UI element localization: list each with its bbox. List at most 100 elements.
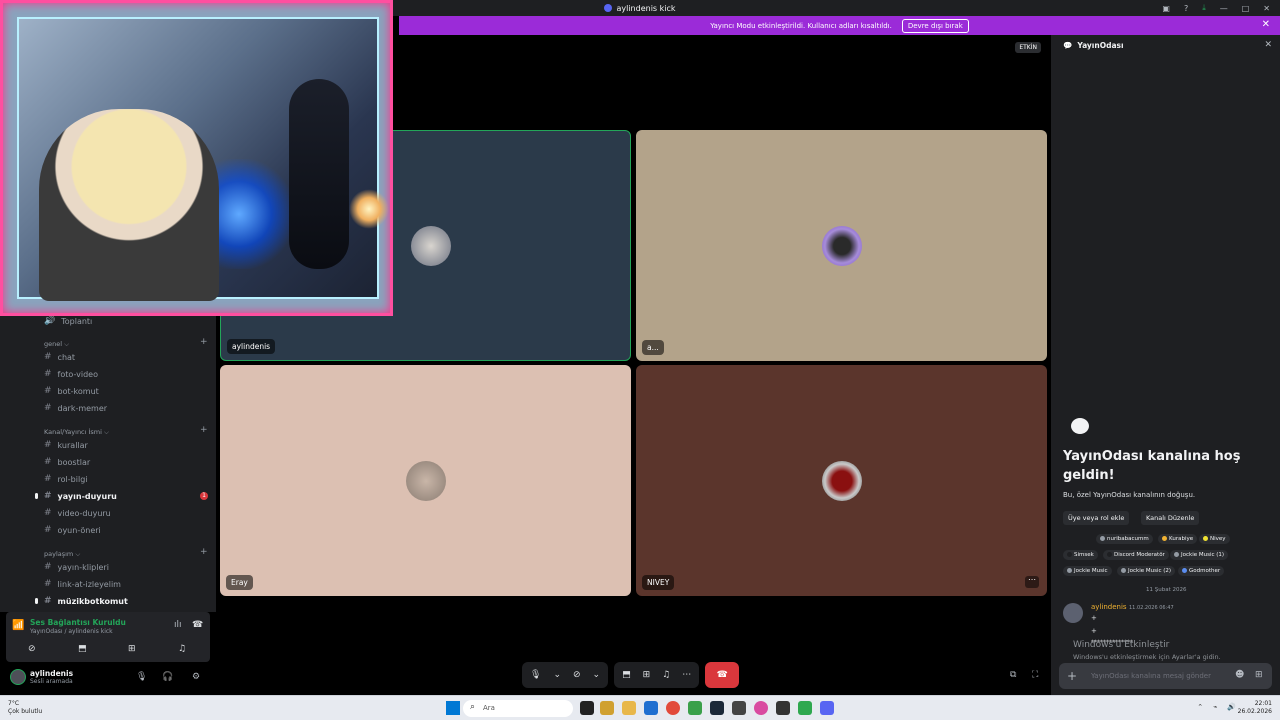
member-chip[interactable]: nuribabacumm xyxy=(1096,534,1153,544)
close-chat-icon[interactable]: ✕ xyxy=(1264,40,1272,50)
member-chip[interactable]: Jockie Music (1) xyxy=(1170,550,1229,560)
participant-tile[interactable]: NIVEY ⋯ xyxy=(636,365,1047,596)
popout-icon[interactable]: ⧉ xyxy=(1010,670,1016,680)
app-icon[interactable] xyxy=(732,701,746,715)
chrome-icon[interactable] xyxy=(666,701,680,715)
add-channel-icon[interactable]: + xyxy=(200,425,208,435)
windows-start-icon[interactable] xyxy=(446,701,460,715)
avatar[interactable] xyxy=(1063,603,1083,623)
more-options-icon[interactable]: ⋯ xyxy=(1025,576,1039,588)
task-view-icon[interactable] xyxy=(580,701,594,715)
add-attachment-icon[interactable]: + xyxy=(1067,669,1077,683)
channel-yayin-klipleri[interactable]: # yayın-klipleri xyxy=(44,562,109,572)
emoji-icon[interactable]: ☻ xyxy=(1235,670,1244,680)
noise-suppression-icon[interactable]: ılı xyxy=(174,620,182,630)
member-chip[interactable]: Nivey xyxy=(1199,534,1230,544)
unread-indicator xyxy=(35,598,38,604)
channel-kurallar[interactable]: # kurallar xyxy=(44,440,88,450)
opera-icon[interactable] xyxy=(754,701,768,715)
message-input[interactable]: + YayınOdası kanalına mesaj gönder ☻ ⊞ xyxy=(1059,663,1272,689)
headphones-icon[interactable]: 🎧 xyxy=(162,672,173,682)
camera-off-icon[interactable]: ⊘ xyxy=(573,670,581,680)
channel-muzikbotkomut[interactable]: # müzikbotkomut xyxy=(44,596,128,606)
weather-widget[interactable]: 7°C Çok bulutlu xyxy=(8,700,42,716)
xbox-app-icon[interactable] xyxy=(798,701,812,715)
minimize-button[interactable]: — xyxy=(1220,4,1228,13)
participant-tile[interactable]: Eray xyxy=(220,365,631,596)
channel-video-duyuru[interactable]: # video-duyuru xyxy=(44,508,111,518)
member-chip[interactable]: Discord Moderatör xyxy=(1103,550,1169,560)
microphone-icon[interactable]: 🎙 xyxy=(530,670,541,680)
soundboard-icon[interactable]: ♫ xyxy=(662,670,670,680)
apps-icon[interactable]: ⊞ xyxy=(1255,670,1263,680)
app-icon[interactable] xyxy=(776,701,790,715)
discord-icon[interactable] xyxy=(820,701,834,715)
network-icon[interactable]: ⌁ xyxy=(1213,703,1217,711)
screen-icon[interactable]: ▣ xyxy=(1162,4,1170,13)
avatar[interactable] xyxy=(10,669,26,685)
screen-share-icon[interactable]: ⬒ xyxy=(78,644,87,654)
message-author[interactable]: aylindenis xyxy=(1091,603,1127,611)
activities-icon[interactable]: ⊞ xyxy=(643,670,651,680)
settings-gear-icon[interactable]: ⚙ xyxy=(192,672,200,682)
help-icon[interactable]: ? xyxy=(1184,4,1188,13)
unread-indicator xyxy=(35,493,38,499)
voice-status[interactable]: Ses Bağlantısı Kuruldu xyxy=(30,618,126,627)
add-member-button[interactable]: Üye veya rol ekle xyxy=(1063,511,1130,525)
chevron-down-icon[interactable]: ⌄ xyxy=(593,670,601,680)
channel-oyun-oneri[interactable]: # oyun-öneri xyxy=(44,525,101,535)
category-kanal[interactable]: Kanal/Yayıncı İsmi ⌵ xyxy=(44,428,109,437)
disconnect-button[interactable]: ☎ xyxy=(705,662,740,688)
more-options-icon[interactable]: ⋯ xyxy=(682,670,691,680)
channel-toplanti[interactable]: 🔊 Toplantı xyxy=(44,316,92,326)
signal-icon[interactable]: 📶 xyxy=(12,620,24,631)
banner-close-icon[interactable]: ✕ xyxy=(1262,19,1270,30)
add-channel-icon[interactable]: + xyxy=(200,337,208,347)
edit-channel-button[interactable]: Kanalı Düzenle xyxy=(1141,511,1200,525)
member-chip[interactable]: Jockie Music xyxy=(1063,566,1112,576)
close-button[interactable]: ✕ xyxy=(1263,4,1270,13)
maximize-button[interactable]: □ xyxy=(1242,4,1250,13)
channel-boostlar[interactable]: # boostlar xyxy=(44,457,90,467)
chevron-up-icon[interactable]: ⌃ xyxy=(1197,703,1203,711)
activities-icon[interactable]: ⊞ xyxy=(128,644,136,654)
store-icon[interactable] xyxy=(644,701,658,715)
member-chip[interactable]: Godmother xyxy=(1178,566,1225,576)
channel-rol-bilgi[interactable]: # rol-bilgi xyxy=(44,474,88,484)
webcam-overlay xyxy=(0,0,393,316)
voice-location[interactable]: YayınOdası / aylindenis kick xyxy=(30,628,113,635)
username[interactable]: aylindenis xyxy=(30,669,73,678)
member-chip[interactable]: Jockie Music (2) xyxy=(1117,566,1176,576)
system-clock[interactable]: 22:01 26.02.2026 xyxy=(1238,700,1272,716)
channel-foto-video[interactable]: # foto-video xyxy=(44,369,98,379)
category-genel[interactable]: genel ⌵ xyxy=(44,340,69,349)
channel-yayin-duyuru[interactable]: # yayın-duyuru xyxy=(44,491,117,501)
file-explorer-icon[interactable] xyxy=(622,701,636,715)
member-chip[interactable]: Simsek xyxy=(1063,550,1098,560)
microphone-icon[interactable]: 🎙 xyxy=(136,672,147,682)
download-icon[interactable]: ⤓ xyxy=(1202,3,1206,13)
steam-icon[interactable] xyxy=(710,701,724,715)
member-chip[interactable]: Kurabiye xyxy=(1158,534,1198,544)
channel-bot-komut[interactable]: # bot-komut xyxy=(44,386,99,396)
copilot-icon[interactable] xyxy=(600,701,614,715)
volume-icon[interactable]: 🔊 xyxy=(1227,703,1236,711)
channel-label: link-at-izleyelim xyxy=(57,579,121,589)
participant-tile[interactable]: a... xyxy=(636,130,1047,361)
user-panel: aylindenis Sesli aramada 🎙 🎧 ⚙ xyxy=(6,664,210,692)
fullscreen-icon[interactable]: ⛶ xyxy=(1032,670,1038,680)
taskbar-search[interactable]: ⌕ Ara xyxy=(463,700,573,717)
category-paylasim[interactable]: paylaşım ⌵ xyxy=(44,550,80,559)
screen-share-icon[interactable]: ⬒ xyxy=(622,670,631,680)
channel-dark-memer[interactable]: # dark-memer xyxy=(44,403,107,413)
channel-link-at-izleyelim[interactable]: # link-at-izleyelim xyxy=(44,579,121,589)
soundboard-icon[interactable]: ♫ xyxy=(178,644,186,654)
chevron-down-icon[interactable]: ⌄ xyxy=(553,670,561,680)
welcome-heading: YayınOdası kanalına hoş geldin! xyxy=(1063,449,1241,483)
camera-off-icon[interactable]: ⊘ xyxy=(28,644,36,654)
xbox-icon[interactable] xyxy=(688,701,702,715)
channel-chat[interactable]: # chat xyxy=(44,352,75,362)
disable-streamer-mode-button[interactable]: Devre dışı bırak xyxy=(901,18,969,33)
disconnect-icon[interactable]: ☎ xyxy=(192,620,203,630)
add-channel-icon[interactable]: + xyxy=(200,547,208,557)
